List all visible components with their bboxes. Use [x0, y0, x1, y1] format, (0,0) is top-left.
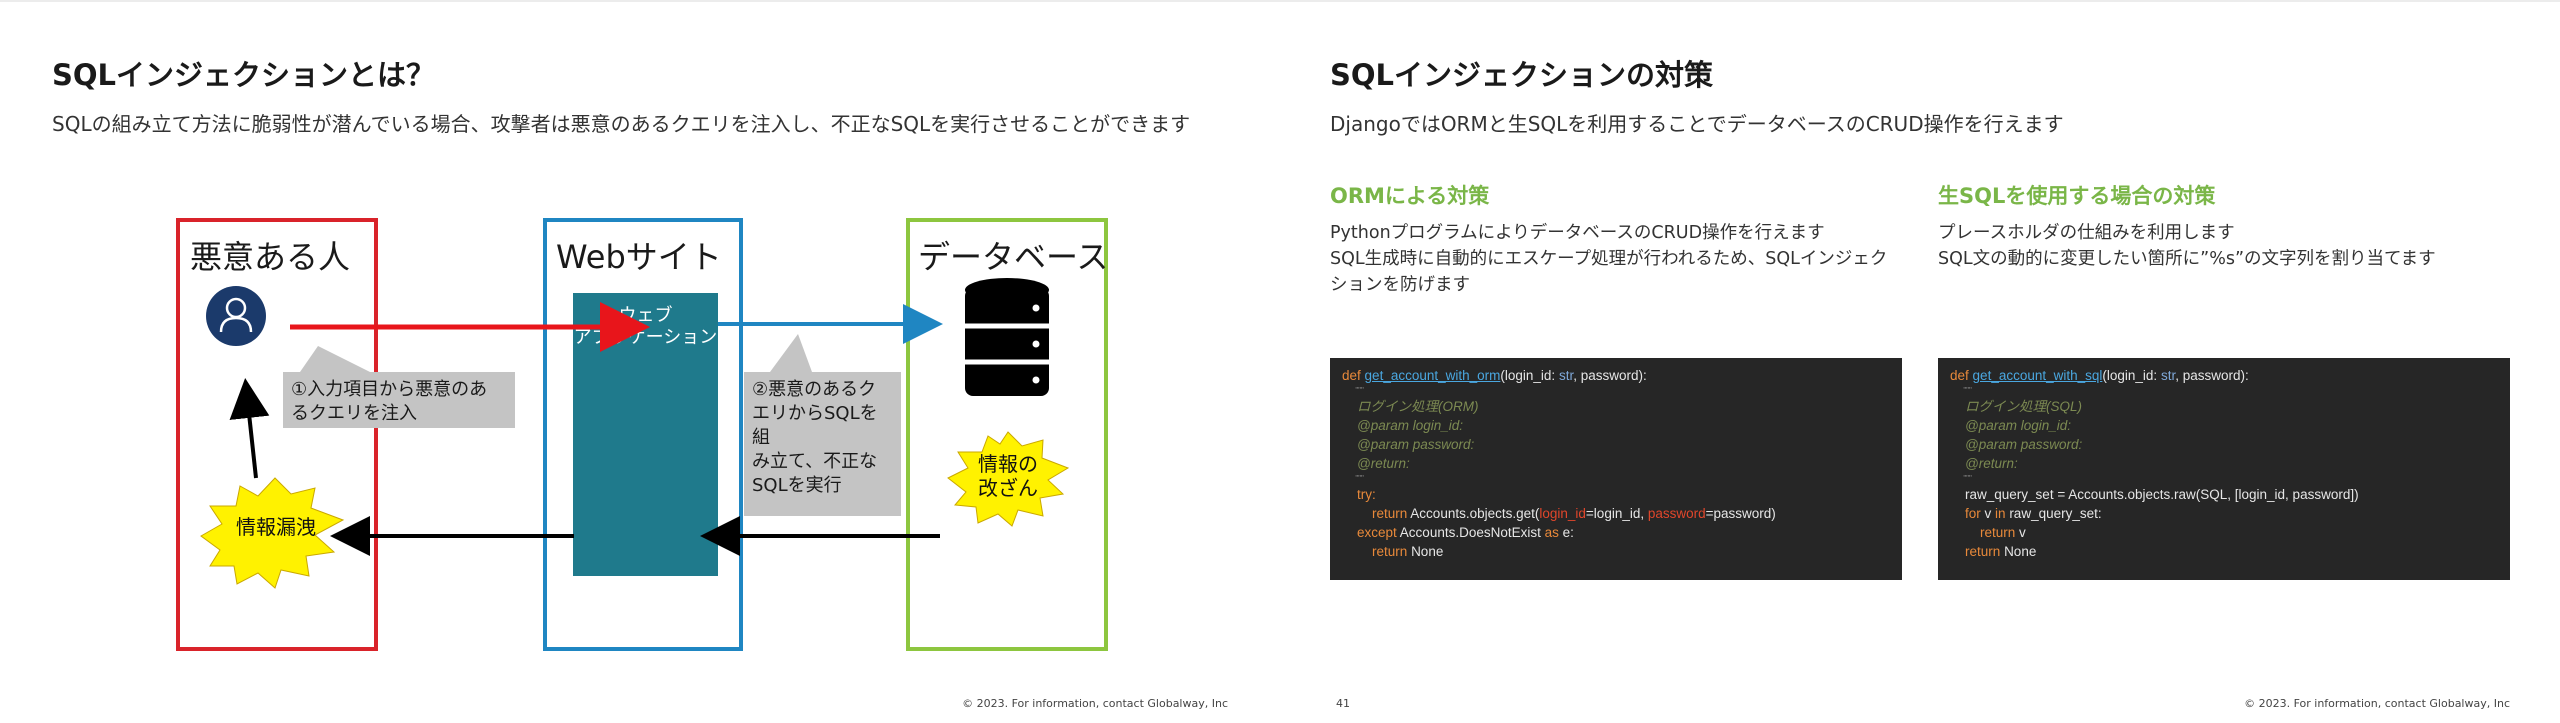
rawsql-desc-line-2: SQL文の動的に変更したい箇所に”%s”の文字列を割り当てます	[1938, 249, 2436, 269]
sql-execute-callout: ②悪意のあるク エリからSQLを組 み立て、不正な SQLを実行	[744, 372, 901, 516]
callout2-pointer	[770, 334, 812, 372]
tamper-line-2: 改ざん	[978, 476, 1038, 500]
callout2-line-3: み立て、不正な	[752, 451, 878, 472]
code-line: def get_account_with_sql(login_id: str, …	[1950, 368, 2249, 383]
orm-desc-line-2: SQL生成時に自動的にエスケープ処理が行われるため、SQLインジェク	[1330, 249, 1888, 269]
code-line: @param login_id:	[1357, 418, 1464, 433]
code-line: return Accounts.objects.get(login_id=log…	[1372, 506, 1776, 521]
code-line: for v in raw_query_set:	[1965, 506, 2102, 521]
callout2-line-2: エリからSQLを組	[752, 403, 878, 448]
code-line: return v	[1980, 525, 2026, 540]
code-line: """	[1355, 386, 1364, 395]
code-line: return None	[1965, 544, 2037, 559]
leak-arrow-up	[229, 378, 270, 479]
code-line: """	[1355, 474, 1364, 483]
copyright-footer: © 2023. For information, contact Globalw…	[2244, 697, 2510, 710]
callout1-line-2: るクエリを注入	[291, 403, 417, 424]
rawsql-desc-line-1: プレースホルダの仕組みを利用します	[1938, 223, 2235, 243]
left-slide: SQLインジェクションとは？ SQLの組み立て方法に脆弱性が潜んでいる場合、攻撃…	[0, 0, 1280, 723]
rawsql-code-block: def get_account_with_sql(login_id: str, …	[1938, 358, 2510, 580]
orm-heading: ORMによる対策	[1330, 184, 1490, 208]
database-icon	[965, 278, 1049, 396]
code-line: except Accounts.DoesNotExist as e:	[1357, 525, 1574, 540]
slide-title: SQLインジェクションの対策	[1330, 58, 1714, 92]
orm-desc-line-1: PythonプログラムによりデータベースのCRUD操作を行えます	[1330, 223, 1825, 243]
slide-subtitle: DjangoではORMと生SQLを利用することでデータベースのCRUD操作を行え…	[1330, 112, 2064, 136]
code-line: """	[1963, 386, 1972, 395]
right-slide: SQLインジェクションの対策 DjangoではORMと生SQLを利用することでデ…	[1280, 0, 2560, 723]
code-line: @return:	[1965, 456, 2018, 471]
code-line: try:	[1357, 487, 1376, 502]
orm-desc-line-3: ションを防げます	[1330, 275, 1470, 295]
leak-label: 情報漏洩	[236, 515, 316, 539]
code-line: raw_query_set = Accounts.objects.raw(SQL…	[1965, 487, 2359, 502]
code-line: """	[1963, 474, 1972, 483]
code-line: ログイン処理(ORM)	[1357, 399, 1479, 414]
callout2-line-4: SQLを実行	[752, 475, 842, 496]
callout1-pointer	[300, 346, 370, 372]
tamper-label: 情報の 改ざん	[960, 452, 1056, 500]
copyright-footer: © 2023. For information, contact Globalw…	[962, 697, 1228, 710]
page-number: 41	[1336, 697, 1350, 710]
code-line: @param password:	[1965, 437, 2083, 452]
code-line: return None	[1372, 544, 1444, 559]
code-line: ログイン処理(SQL)	[1965, 399, 2083, 414]
callout2-line-1: ②悪意のあるク	[752, 379, 877, 400]
tamper-line-1: 情報の	[978, 452, 1038, 476]
injection-callout: ①入力項目から悪意のあ るクエリを注入	[283, 372, 515, 428]
user-icon	[206, 286, 266, 346]
top-divider	[1280, 0, 2560, 2]
orm-code-block: def get_account_with_orm(login_id: str, …	[1330, 358, 1902, 580]
code-line: @param password:	[1357, 437, 1475, 452]
code-line: @param login_id:	[1965, 418, 2072, 433]
callout1-line-1: ①入力項目から悪意のあ	[291, 379, 488, 400]
code-line: def get_account_with_orm(login_id: str, …	[1342, 368, 1647, 383]
rawsql-heading: 生SQLを使用する場合の対策	[1938, 184, 2216, 208]
diagram-graphics	[200, 278, 1070, 589]
code-line: @return:	[1357, 456, 1410, 471]
